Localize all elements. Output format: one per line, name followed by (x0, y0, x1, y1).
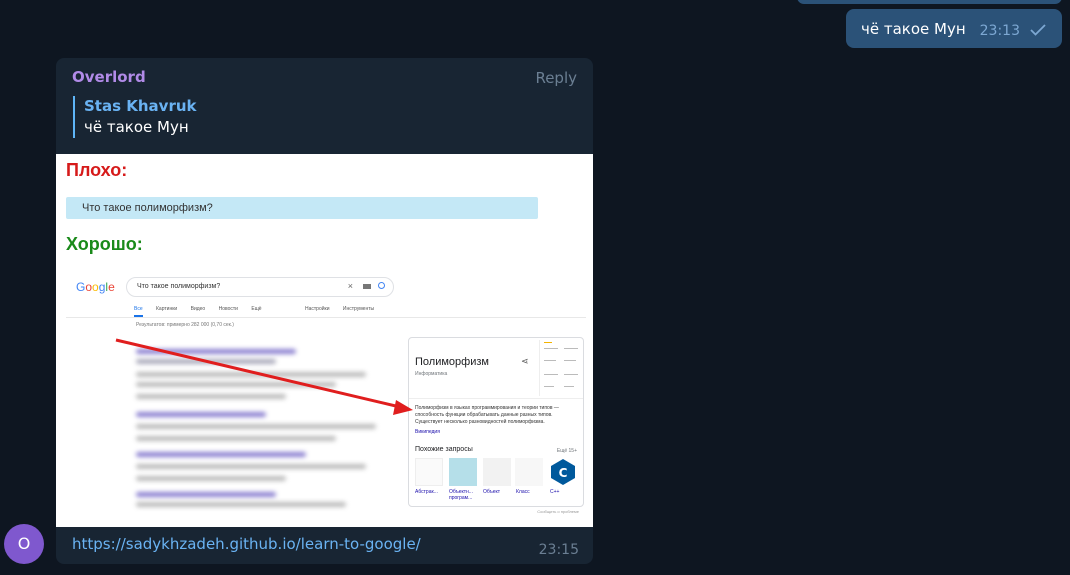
outgoing-message-time: 23:13 (979, 22, 1020, 39)
quote-text: чё такое Мун (84, 118, 189, 136)
sender-name[interactable]: Overlord (72, 68, 146, 86)
quote-author: Stas Khavruk (84, 97, 197, 115)
previous-outgoing-bubble (797, 0, 1062, 4)
red-arrow-icon (115, 338, 413, 415)
outgoing-message[interactable]: чё такое Мун 23:13 (845, 9, 1062, 48)
check-icon (1030, 22, 1046, 40)
quoted-message[interactable]: Stas Khavruk чё такое Мун (73, 96, 197, 138)
outgoing-message-text: чё такое Мун (860, 19, 966, 38)
incoming-message[interactable]: Overlord Reply Stas Khavruk чё такое Мун… (56, 58, 593, 564)
message-link[interactable]: https://sadykhzadeh.github.io/learn-to-g… (72, 535, 421, 553)
avatar[interactable]: O (4, 524, 44, 564)
link-preview-image[interactable]: Плохо: Что такое полиморфизм? Хорошо: Go… (56, 154, 593, 527)
incoming-message-time: 23:15 (538, 542, 579, 558)
reply-button[interactable]: Reply (535, 69, 577, 87)
